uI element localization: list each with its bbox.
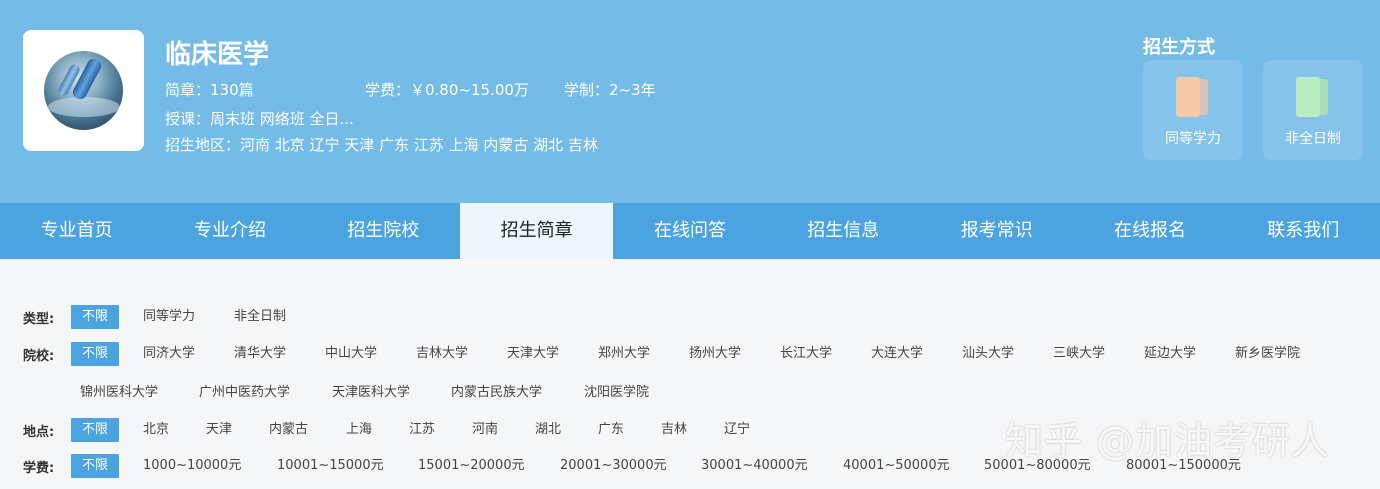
filter-label: 学费: xyxy=(23,461,55,476)
nav-apply[interactable]: 在线报名 xyxy=(1073,203,1226,259)
filter-option[interactable]: 郑州大学 xyxy=(598,342,650,366)
main-nav: 专业首页 专业介绍 招生院校 招生简章 在线问答 招生信息 报考常识 在线报名 … xyxy=(0,203,1380,259)
program-title: 临床医学 xyxy=(165,40,270,70)
filter-option[interactable]: 同济大学 xyxy=(143,342,195,366)
tuition-range: 学费：￥0.80~15.00万 xyxy=(365,81,529,99)
filter-option-selected[interactable]: 不限 xyxy=(71,418,119,442)
filter-option[interactable]: 汕头大学 xyxy=(962,342,1014,366)
filter-option[interactable]: 10001~15000元 xyxy=(277,454,384,478)
filter-option[interactable]: 三峡大学 xyxy=(1053,342,1105,366)
filter-option[interactable]: 辽宁 xyxy=(724,418,750,442)
filter-option[interactable]: 河南 xyxy=(472,418,498,442)
microscope-image xyxy=(44,51,123,130)
nav-intro[interactable]: 专业介绍 xyxy=(153,203,306,259)
nav-qa[interactable]: 在线问答 xyxy=(613,203,766,259)
filter-option[interactable]: 上海 xyxy=(346,418,372,442)
filter-option[interactable]: 扬州大学 xyxy=(689,342,741,366)
filter-option[interactable]: 广州中医药大学 xyxy=(199,381,290,405)
nav-schools[interactable]: 招生院校 xyxy=(307,203,460,259)
filter-option[interactable]: 内蒙古 xyxy=(269,418,308,442)
filter-option-selected[interactable]: 不限 xyxy=(71,305,119,329)
mode-label: 非全日制 xyxy=(1285,131,1341,147)
filter-option[interactable]: 大连大学 xyxy=(871,342,923,366)
filter-option[interactable]: 15001~20000元 xyxy=(418,454,525,478)
filter-option-selected[interactable]: 不限 xyxy=(71,342,119,366)
filter-label: 地点: xyxy=(23,425,55,440)
filter-option-selected[interactable]: 不限 xyxy=(71,454,119,478)
filter-option[interactable]: 广东 xyxy=(598,418,624,442)
brochure-count: 简章：130篇 xyxy=(165,81,254,99)
filter-option[interactable]: 吉林大学 xyxy=(416,342,468,366)
enrollment-regions: 招生地区：河南 北京 辽宁 天津 广东 江苏 上海 内蒙古 湖北 吉林 xyxy=(165,136,598,154)
filter-option[interactable]: 长江大学 xyxy=(780,342,832,366)
filter-option[interactable]: 延边大学 xyxy=(1144,342,1196,366)
teaching-modes: 授课：周末班 网络班 全日... xyxy=(165,110,354,128)
zhihu-watermark: 知乎 @加油考研人 xyxy=(1005,419,1331,463)
enrollment-method-title: 招生方式 xyxy=(1143,37,1215,58)
program-header: 临床医学 简章：130篇 学费：￥0.80~15.00万 学制：2~3年 授课：… xyxy=(0,0,1380,203)
nav-home[interactable]: 专业首页 xyxy=(0,203,153,259)
nav-brochures[interactable]: 招生简章 xyxy=(459,203,614,259)
mode-card-equivalent[interactable]: 同等学力 xyxy=(1143,60,1243,160)
orange-book-icon xyxy=(1176,77,1210,119)
filter-option[interactable]: 30001~40000元 xyxy=(701,454,808,478)
filter-option[interactable]: 锦州医科大学 xyxy=(80,381,158,405)
filter-label: 院校: xyxy=(23,349,55,364)
filter-option[interactable]: 沈阳医学院 xyxy=(584,381,649,405)
green-book-icon xyxy=(1296,77,1330,119)
nav-info[interactable]: 招生信息 xyxy=(767,203,920,259)
mode-card-part-time[interactable]: 非全日制 xyxy=(1263,60,1363,160)
filter-option[interactable]: 湖北 xyxy=(535,418,561,442)
nav-knowledge[interactable]: 报考常识 xyxy=(920,203,1073,259)
filter-option[interactable]: 1000~10000元 xyxy=(143,454,241,478)
mode-label: 同等学力 xyxy=(1165,131,1221,147)
filter-option[interactable]: 天津 xyxy=(206,418,232,442)
filter-option[interactable]: 非全日制 xyxy=(234,305,286,329)
program-logo xyxy=(23,30,144,151)
filter-option[interactable]: 天津医科大学 xyxy=(332,381,410,405)
filter-option[interactable]: 新乡医学院 xyxy=(1235,342,1300,366)
filter-option[interactable]: 江苏 xyxy=(409,418,435,442)
filter-label: 类型: xyxy=(23,312,55,327)
filter-option[interactable]: 同等学力 xyxy=(143,305,195,329)
filter-option[interactable]: 内蒙古民族大学 xyxy=(451,381,542,405)
nav-contact[interactable]: 联系我们 xyxy=(1227,203,1380,259)
study-duration: 学制：2~3年 xyxy=(564,81,656,99)
filter-option[interactable]: 吉林 xyxy=(661,418,687,442)
filter-option[interactable]: 天津大学 xyxy=(507,342,559,366)
filter-option[interactable]: 清华大学 xyxy=(234,342,286,366)
filter-option[interactable]: 中山大学 xyxy=(325,342,377,366)
filter-option[interactable]: 北京 xyxy=(143,418,169,442)
filter-option[interactable]: 40001~50000元 xyxy=(843,454,950,478)
filter-option[interactable]: 20001~30000元 xyxy=(560,454,667,478)
